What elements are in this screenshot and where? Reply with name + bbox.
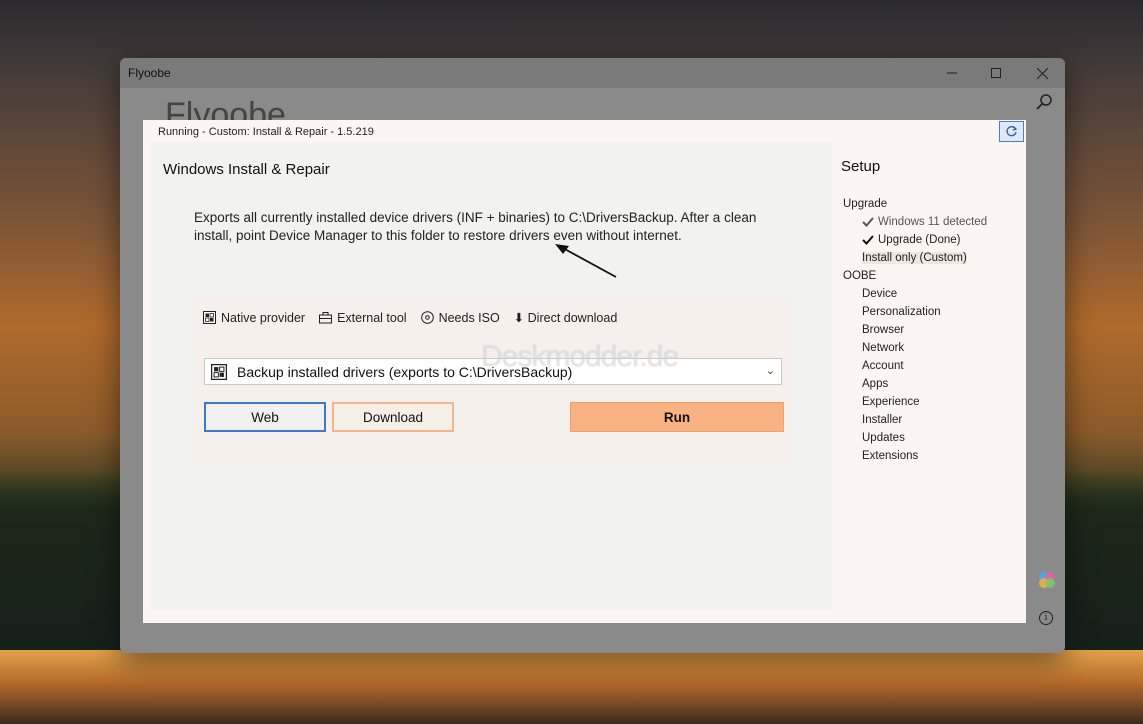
sidebar-item-installer[interactable]: Installer [843,411,987,429]
legend-native-label: Native provider [221,310,306,325]
native-provider-icon [211,363,227,380]
sidebar-title: Setup [841,158,881,175]
download-button[interactable]: Download [332,402,454,432]
legend-direct-label: ⬇ Direct download [513,311,618,325]
toolbox-icon [319,312,333,324]
legend-iso-label: Needs ISO [438,310,500,325]
sidebar-item-apps[interactable]: Apps [843,375,987,393]
close-button[interactable] [1019,58,1065,88]
refresh-button[interactable] [999,121,1024,142]
native-provider-icon [203,311,216,324]
minimize-icon [947,72,957,74]
sidebar-item-windows-detected[interactable]: Windows 11 detected [843,213,987,231]
sidebar-item-label: Upgrade (Done) [878,234,961,246]
checkmark-icon [862,217,874,227]
disc-icon [420,311,434,324]
copilot-icon[interactable] [1037,570,1057,590]
provider-legend: Native provider External tool Needs ISO … [203,310,617,325]
sidebar-group-upgrade[interactable]: Upgrade [843,195,987,213]
maximize-button[interactable] [973,58,1019,88]
legend-external-label: External tool [337,310,407,325]
sidebar-item-label: Windows 11 detected [878,216,988,228]
sidebar-item-extensions[interactable]: Extensions [843,447,987,465]
legend-direct: ⬇ Direct download [514,310,618,325]
sidebar-item-browser[interactable]: Browser [843,321,987,339]
panel-title: Windows Install & Repair [163,161,330,178]
sidebar-item-install-only[interactable]: Install only (Custom) [843,249,987,267]
main-panel: Windows Install & Repair Exports all cur… [151,143,832,609]
close-icon [1036,67,1048,79]
sidebar-item-label: Install only (Custom) [862,252,967,264]
maximize-icon [991,68,1001,78]
search-icon[interactable] [1035,92,1055,112]
running-dialog: Running - Custom: Install & Repair - 1.5… [143,120,1026,623]
title-bar: Flyoobe [120,58,1065,88]
wallpaper-lake [0,650,1143,724]
info-icon[interactable]: i [1039,611,1053,625]
sidebar-item-upgrade-done[interactable]: Upgrade (Done) [843,231,987,249]
setup-sidebar: Setup Upgrade Windows 11 detected Upgrad… [838,143,1018,609]
sidebar-item-account[interactable]: Account [843,357,987,375]
watermark: Deskmodder.de [481,340,679,373]
sidebar-item-experience[interactable]: Experience [843,393,987,411]
legend-native: Native provider [203,311,305,325]
sidebar-item-updates[interactable]: Updates [843,429,987,447]
description-text: Exports all currently installed device d… [194,210,757,243]
legend-iso: Needs ISO [420,310,500,325]
sidebar-item-personalization[interactable]: Personalization [843,303,987,321]
run-button[interactable]: Run [570,402,784,432]
window-title: Flyoobe [128,66,171,80]
web-button[interactable]: Web [204,402,326,432]
sidebar-item-network[interactable]: Network [843,339,987,357]
tool-card: Native provider External tool Needs ISO … [193,297,791,467]
app-window: Flyoobe Flyoobe Running - Custom: Instal… [120,58,1065,653]
dialog-status: Running - Custom: Install & Repair - 1.5… [158,126,374,138]
refresh-icon [1006,126,1018,137]
legend-external: External tool [319,310,407,325]
sidebar-list: Upgrade Windows 11 detected Upgrade (Don… [843,195,987,465]
minimize-button[interactable] [929,58,975,88]
sidebar-group-oobe[interactable]: OOBE [843,267,987,285]
chevron-down-icon: ⌄ [765,365,775,377]
annotation-arrow [555,244,617,278]
sidebar-item-device[interactable]: Device [843,285,987,303]
checkmark-icon [862,235,874,245]
